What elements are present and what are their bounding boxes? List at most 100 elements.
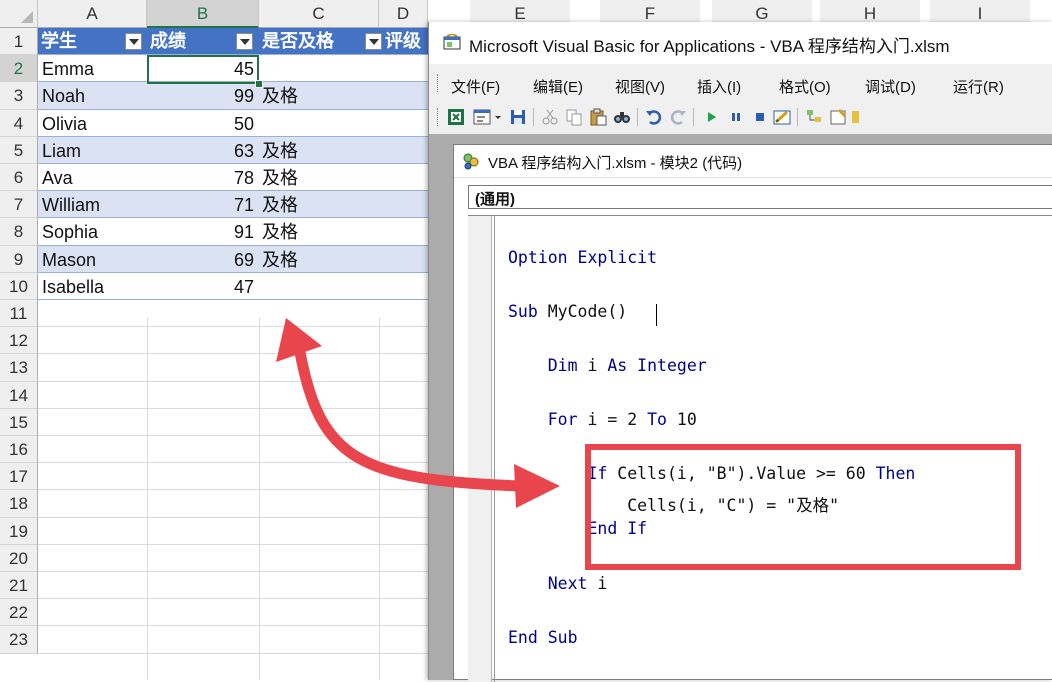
row-header-23[interactable]: 23 [0,626,38,654]
row-header-1[interactable]: 1 [0,28,38,56]
cell-score[interactable]: 91 [147,218,254,245]
project-explorer-icon[interactable] [805,108,823,126]
code-margin[interactable] [468,216,492,682]
fill-handle[interactable] [255,80,263,88]
code-window-title-bar[interactable]: VBA 程序结构入门.xlsm - 模块2 (代码) [454,145,1052,178]
cell-pass[interactable] [262,273,372,300]
menu-insert[interactable]: 插入(I) [697,76,741,97]
code-line[interactable]: Option Explicit [508,248,657,267]
cell-student[interactable]: Sophia [42,218,142,245]
cell-pass[interactable]: 及格 [262,218,372,245]
row-header-10[interactable]: 10 [0,272,38,300]
row-header-20[interactable]: 20 [0,544,38,572]
row-header-13[interactable]: 13 [0,354,38,382]
row-header-22[interactable]: 22 [0,599,38,627]
active-cell-selection[interactable] [147,55,259,84]
cell-score[interactable]: 63 [147,137,254,164]
code-keyword: End Sub [508,628,578,647]
save-icon[interactable] [509,108,527,126]
gridline [259,318,260,680]
menu-file[interactable]: 文件(F) [451,76,500,97]
insert-form-icon[interactable] [473,108,491,126]
column-header-b[interactable]: B [147,0,259,28]
row-header-7[interactable]: 7 [0,191,38,219]
menu-run[interactable]: 运行(R) [953,76,1004,97]
select-all-corner[interactable] [0,0,38,28]
cell-pass[interactable]: 及格 [262,191,372,218]
cell-student[interactable]: Ava [42,164,142,191]
row-header-3[interactable]: 3 [0,82,38,110]
code-line[interactable]: Dim i As Integer [508,356,707,375]
design-mode-icon[interactable] [773,108,791,126]
row-header-5[interactable]: 5 [0,136,38,164]
row-header-18[interactable]: 18 [0,490,38,518]
column-header-c[interactable]: C [259,0,379,28]
cell-student[interactable]: Mason [42,246,142,273]
column-header-a[interactable]: A [38,0,147,28]
toolbar-separator [533,108,534,126]
cell-score[interactable]: 50 [147,110,254,137]
object-dropdown[interactable]: (通用) [468,185,1052,209]
cell-student[interactable]: Emma [42,55,142,82]
row-header-8[interactable]: 8 [0,218,38,246]
code-line[interactable]: Next i [508,574,608,593]
reset-icon[interactable] [751,108,769,126]
code-line[interactable]: Sub MyCode() [508,302,627,321]
row-header-14[interactable]: 14 [0,381,38,409]
cell-pass[interactable]: 及格 [262,82,372,109]
break-icon[interactable] [727,108,745,126]
menu-debug[interactable]: 调试(D) [865,76,916,97]
cell-student[interactable]: Noah [42,82,142,109]
menu-view[interactable]: 视图(V) [615,76,665,97]
menu-edit[interactable]: 编辑(E) [533,76,583,97]
redo-icon[interactable] [669,108,687,126]
filter-dropdown-icon[interactable] [365,33,382,50]
cut-icon[interactable] [541,108,559,126]
properties-icon[interactable] [829,108,847,126]
row-header-21[interactable]: 21 [0,572,38,600]
row-header-9[interactable]: 9 [0,245,38,273]
cell-pass[interactable]: 及格 [262,137,372,164]
cell-pass[interactable]: 及格 [262,246,372,273]
cell-student[interactable]: William [42,191,142,218]
row-header-4[interactable]: 4 [0,109,38,137]
vbe-title-bar[interactable]: Microsoft Visual Basic for Applications … [429,22,1052,64]
cell-pass[interactable] [262,110,372,137]
cell-student[interactable]: Olivia [42,110,142,137]
run-icon[interactable] [703,108,721,126]
column-header-d[interactable]: D [379,0,428,28]
row-header-16[interactable]: 16 [0,436,38,464]
toolbar-grip-icon[interactable] [437,108,440,126]
filter-dropdown-icon[interactable] [125,33,142,50]
cell-score[interactable]: 69 [147,246,254,273]
chevron-down-icon[interactable] [493,108,503,126]
row-header-19[interactable]: 19 [0,517,38,545]
code-line[interactable]: For i = 2 To 10 [508,410,697,429]
row-header-2[interactable]: 2 [0,55,38,83]
code-line[interactable]: End Sub [508,628,578,647]
filter-dropdown-icon[interactable] [236,33,253,50]
excel-icon[interactable] [447,108,465,126]
row-header-6[interactable]: 6 [0,164,38,192]
copy-icon[interactable] [565,108,583,126]
row-header-17[interactable]: 17 [0,463,38,491]
cell-score[interactable]: 71 [147,191,254,218]
menubar-grip-icon[interactable] [437,74,440,92]
object-browser-icon[interactable] [851,108,859,126]
cell-student[interactable]: Isabella [42,273,142,300]
row-header-12[interactable]: 12 [0,327,38,355]
cell-pass[interactable]: 及格 [262,164,372,191]
paste-icon[interactable] [589,108,607,126]
undo-icon[interactable] [645,108,663,126]
mdi-workspace: VBA 程序结构入门.xlsm - 模块2 (代码) (通用) [429,134,1052,682]
cell-score[interactable]: 78 [147,164,254,191]
cell-student[interactable]: Liam [42,137,142,164]
find-icon[interactable] [613,108,631,126]
row-header-11[interactable]: 11 [0,300,38,328]
row-header-15[interactable]: 15 [0,408,38,436]
cell-pass[interactable] [262,55,372,82]
menu-format[interactable]: 格式(O) [779,76,831,97]
cell-score[interactable]: 99 [147,82,254,109]
cell-score[interactable]: 47 [147,273,254,300]
